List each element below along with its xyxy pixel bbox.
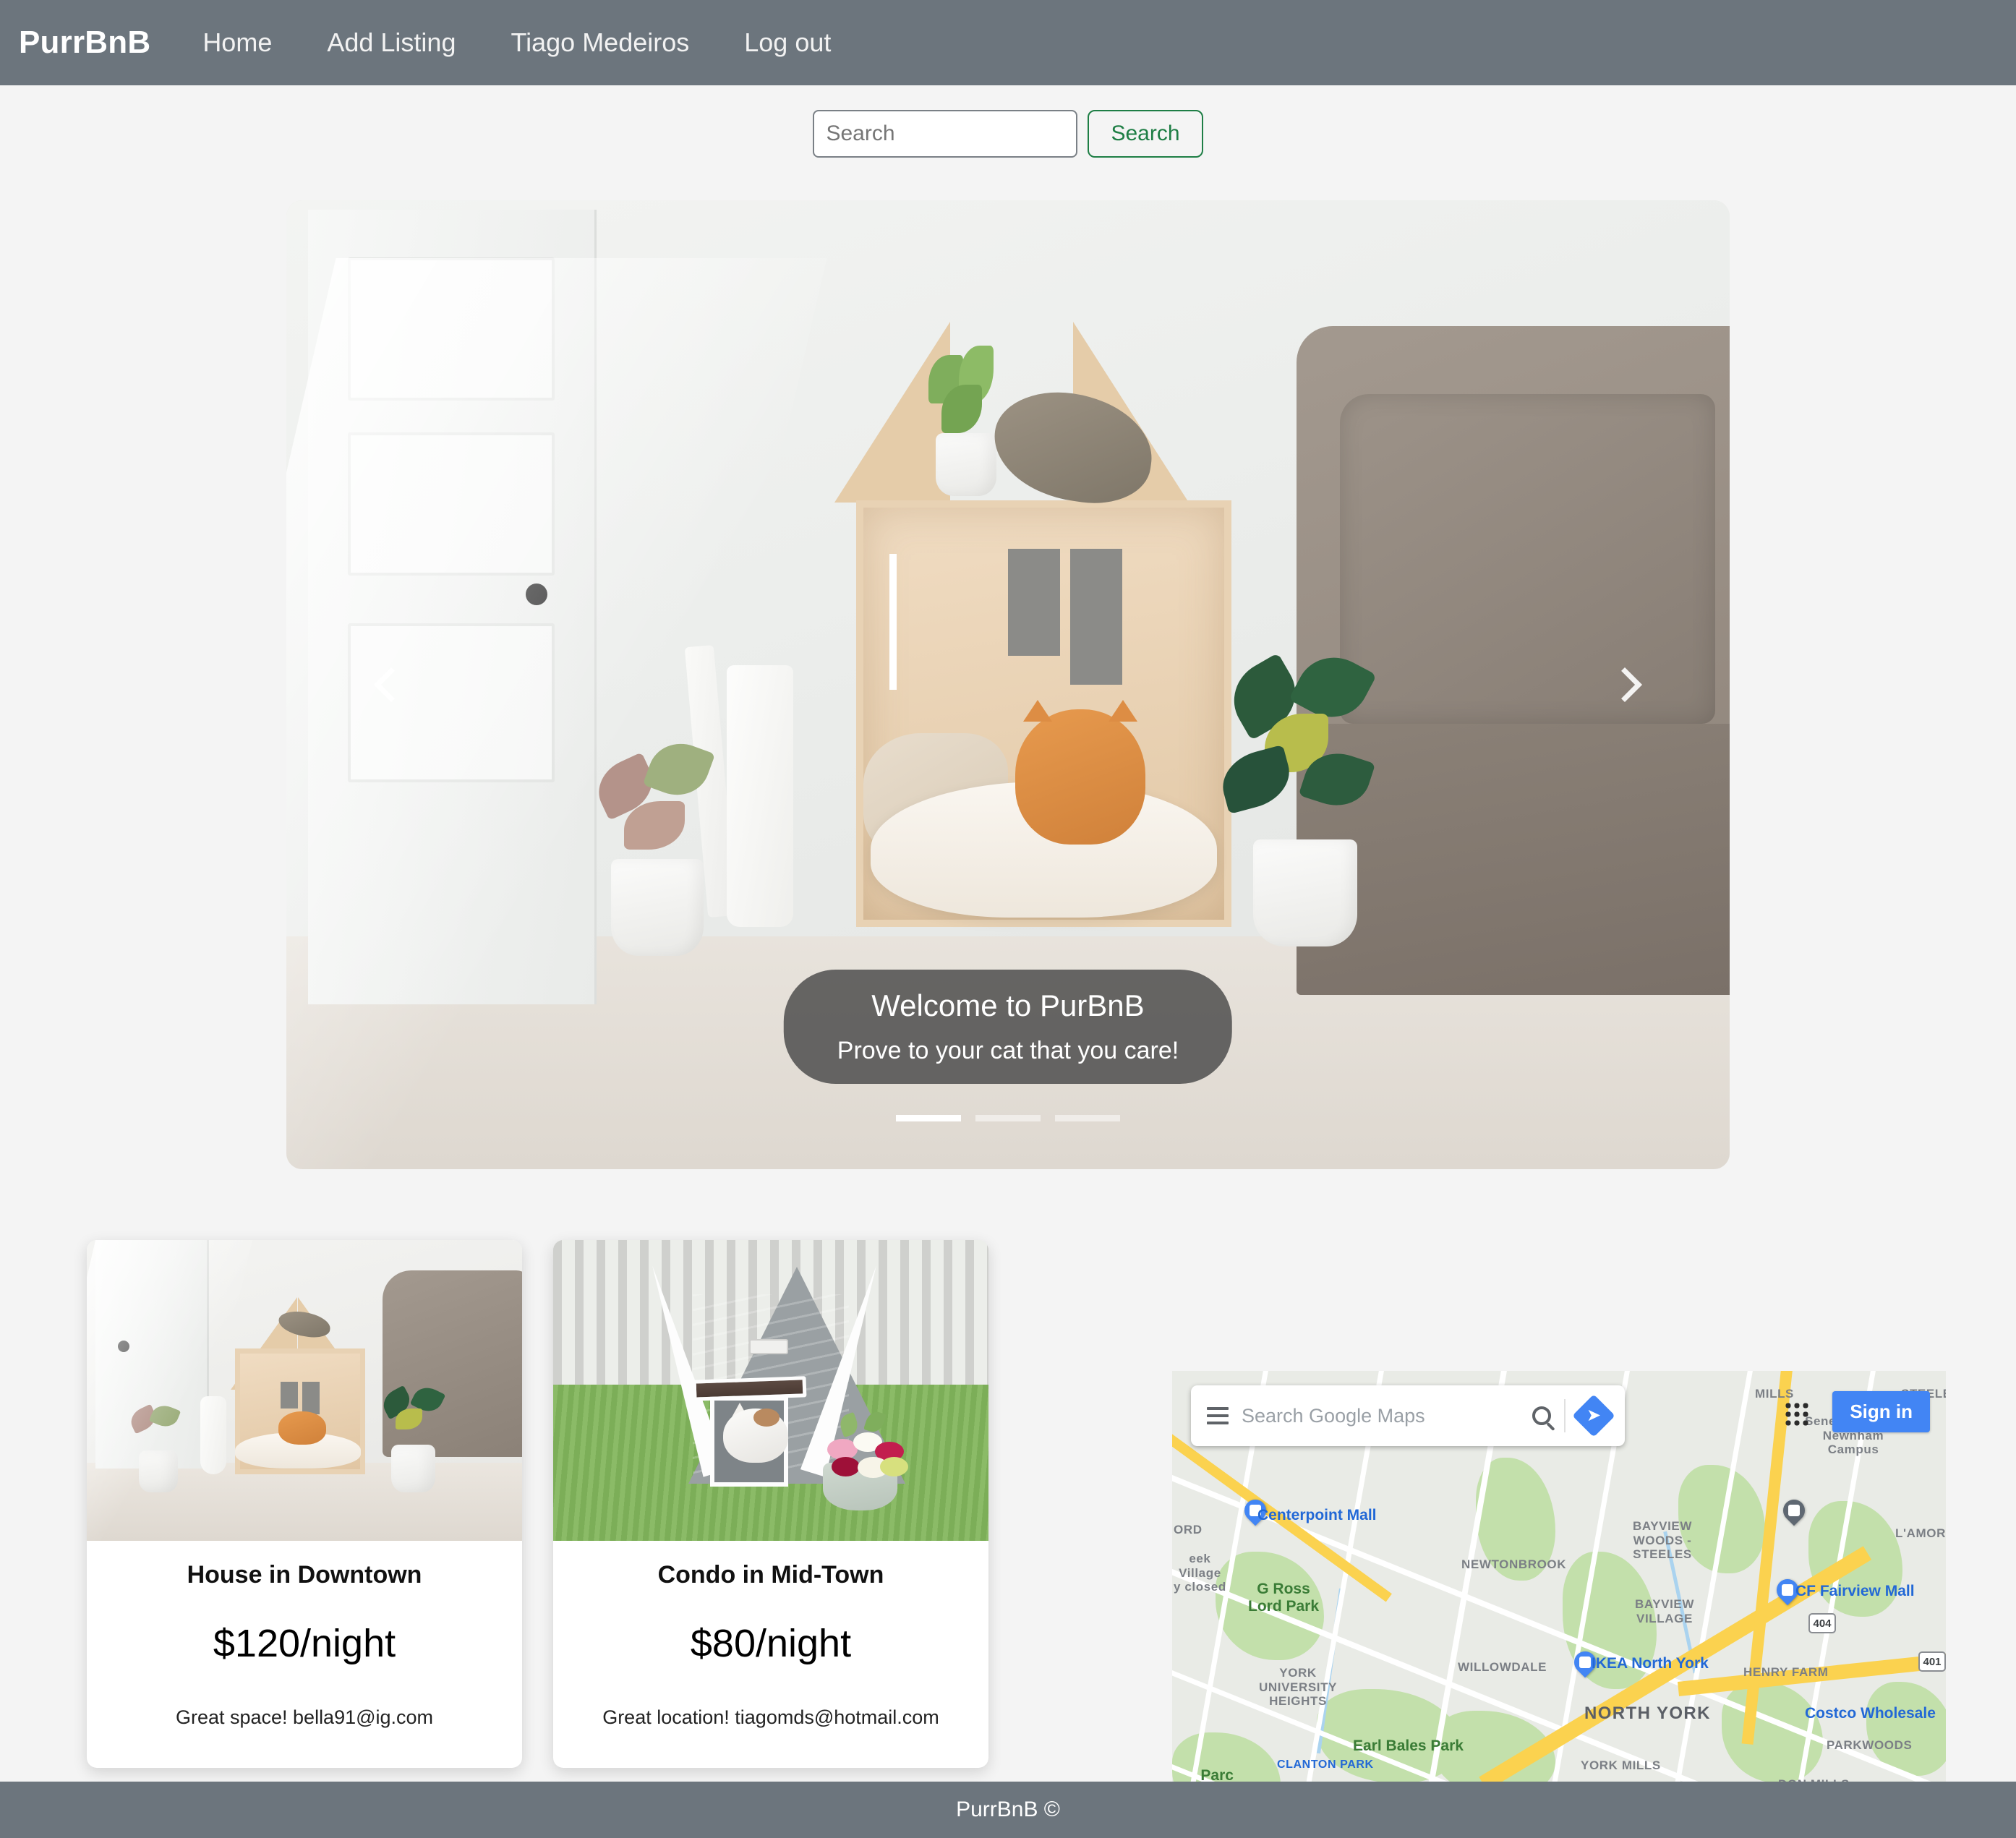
- navbar: PurrBnB Home Add Listing Tiago Medeiros …: [0, 0, 2016, 85]
- nav-item-logout[interactable]: Log out: [744, 27, 831, 58]
- listing-card[interactable]: Condo in Mid-Town $80/night Great locati…: [553, 1240, 988, 1768]
- map-label: NORTH YORK: [1584, 1704, 1711, 1723]
- search-button[interactable]: Search: [1088, 110, 1203, 158]
- map-label: MILLS: [1755, 1387, 1794, 1401]
- map-label: HENRY FARM: [1743, 1665, 1829, 1679]
- listing-image: [87, 1240, 522, 1541]
- footer-text: PurrBnB ©: [956, 1798, 1060, 1821]
- carousel-caption-subtitle: Prove to your cat that you care!: [837, 1037, 1179, 1064]
- map-label: ORD: [1174, 1523, 1203, 1536]
- listing-card[interactable]: House in Downtown $120/night Great space…: [87, 1240, 522, 1768]
- carousel-prev-icon[interactable]: [359, 652, 424, 717]
- page-root: PurrBnB Home Add Listing Tiago Medeiros …: [0, 0, 2016, 1838]
- map-label: YORK UNIVERSITY HEIGHTS: [1259, 1666, 1338, 1709]
- hamburger-icon[interactable]: [1207, 1407, 1229, 1424]
- listing-price: $120/night: [213, 1622, 396, 1665]
- listing-description: Great location! tiagomds@hotmail.com: [602, 1706, 939, 1728]
- search-input[interactable]: [813, 110, 1078, 158]
- carousel-indicator-2[interactable]: [975, 1115, 1041, 1121]
- map-route-shield: 401: [1918, 1651, 1946, 1672]
- map-label[interactable]: IKEA North York: [1592, 1655, 1709, 1672]
- listing-price: $80/night: [690, 1622, 852, 1665]
- search-icon[interactable]: [1532, 1406, 1551, 1425]
- carousel-caption: Welcome to PurBnB Prove to your cat that…: [783, 970, 1233, 1084]
- map-route-shield: 404: [1808, 1613, 1836, 1633]
- nav-item-add-listing[interactable]: Add Listing: [327, 27, 456, 58]
- directions-icon[interactable]: ➤: [1572, 1394, 1615, 1437]
- map-sign-in-button[interactable]: Sign in: [1832, 1391, 1930, 1432]
- map-label: NEWTONBROOK: [1461, 1557, 1567, 1571]
- carousel-indicators: [896, 1115, 1120, 1121]
- map-label: BAYVIEW VILLAGE: [1635, 1597, 1694, 1625]
- map-label: YORK MILLS: [1581, 1758, 1661, 1772]
- map-label: eek Village y closed: [1174, 1552, 1226, 1594]
- nav-item-home[interactable]: Home: [202, 27, 272, 58]
- listing-title: Condo in Mid-Town: [657, 1561, 884, 1589]
- listing-cards: House in Downtown $120/night Great space…: [87, 1240, 988, 1768]
- map-label[interactable]: Costco Wholesale: [1805, 1705, 1936, 1722]
- map-label: PARKWOODS: [1827, 1738, 1913, 1752]
- map-label: Earl Bales Park: [1353, 1737, 1464, 1754]
- carousel-caption-title: Welcome to PurBnB: [871, 988, 1145, 1023]
- map-label: CLANTON PARK: [1277, 1758, 1374, 1771]
- listing-description: Great space! bella91@ig.com: [175, 1706, 434, 1728]
- map-search-bar[interactable]: Search Google Maps ➤: [1191, 1385, 1625, 1446]
- map-label[interactable]: CF Fairview Mall: [1795, 1583, 1915, 1600]
- nav-item-profile[interactable]: Tiago Medeiros: [511, 27, 689, 58]
- listing-body: House in Downtown $120/night Great space…: [87, 1541, 522, 1768]
- carousel-next-icon[interactable]: [1592, 652, 1657, 717]
- map-pin-gray[interactable]: [1778, 1495, 1810, 1526]
- map-label: L'AMOREAUX: [1895, 1526, 1946, 1540]
- map-label: BAYVIEW WOODS - STEELES: [1633, 1519, 1692, 1562]
- map-canvas: MILLSSTEELESSeneca CollegeNewnhamCampusC…: [1172, 1371, 1946, 1795]
- listing-image: [553, 1240, 988, 1541]
- map-grid-icon: [1784, 1401, 1808, 1426]
- carousel-indicator-1[interactable]: [896, 1115, 961, 1121]
- google-map-embed[interactable]: MILLSSTEELESSeneca CollegeNewnhamCampusC…: [1172, 1371, 1946, 1795]
- listing-title: House in Downtown: [187, 1561, 422, 1589]
- footer: PurrBnB ©: [0, 1782, 2016, 1838]
- map-label: G Ross Lord Park: [1248, 1581, 1320, 1615]
- brand-logo[interactable]: PurrBnB: [19, 25, 150, 61]
- listing-body: Condo in Mid-Town $80/night Great locati…: [553, 1541, 988, 1768]
- search-bar: Search: [0, 110, 2016, 158]
- divider: [1564, 1399, 1566, 1432]
- hero-carousel[interactable]: Welcome to PurBnB Prove to your cat that…: [286, 200, 1730, 1169]
- map-search-input[interactable]: Search Google Maps: [1242, 1405, 1519, 1427]
- carousel-indicator-3[interactable]: [1055, 1115, 1120, 1121]
- map-label: WILLOWDALE: [1458, 1660, 1547, 1674]
- map-label[interactable]: Centerpoint Mall: [1257, 1507, 1377, 1524]
